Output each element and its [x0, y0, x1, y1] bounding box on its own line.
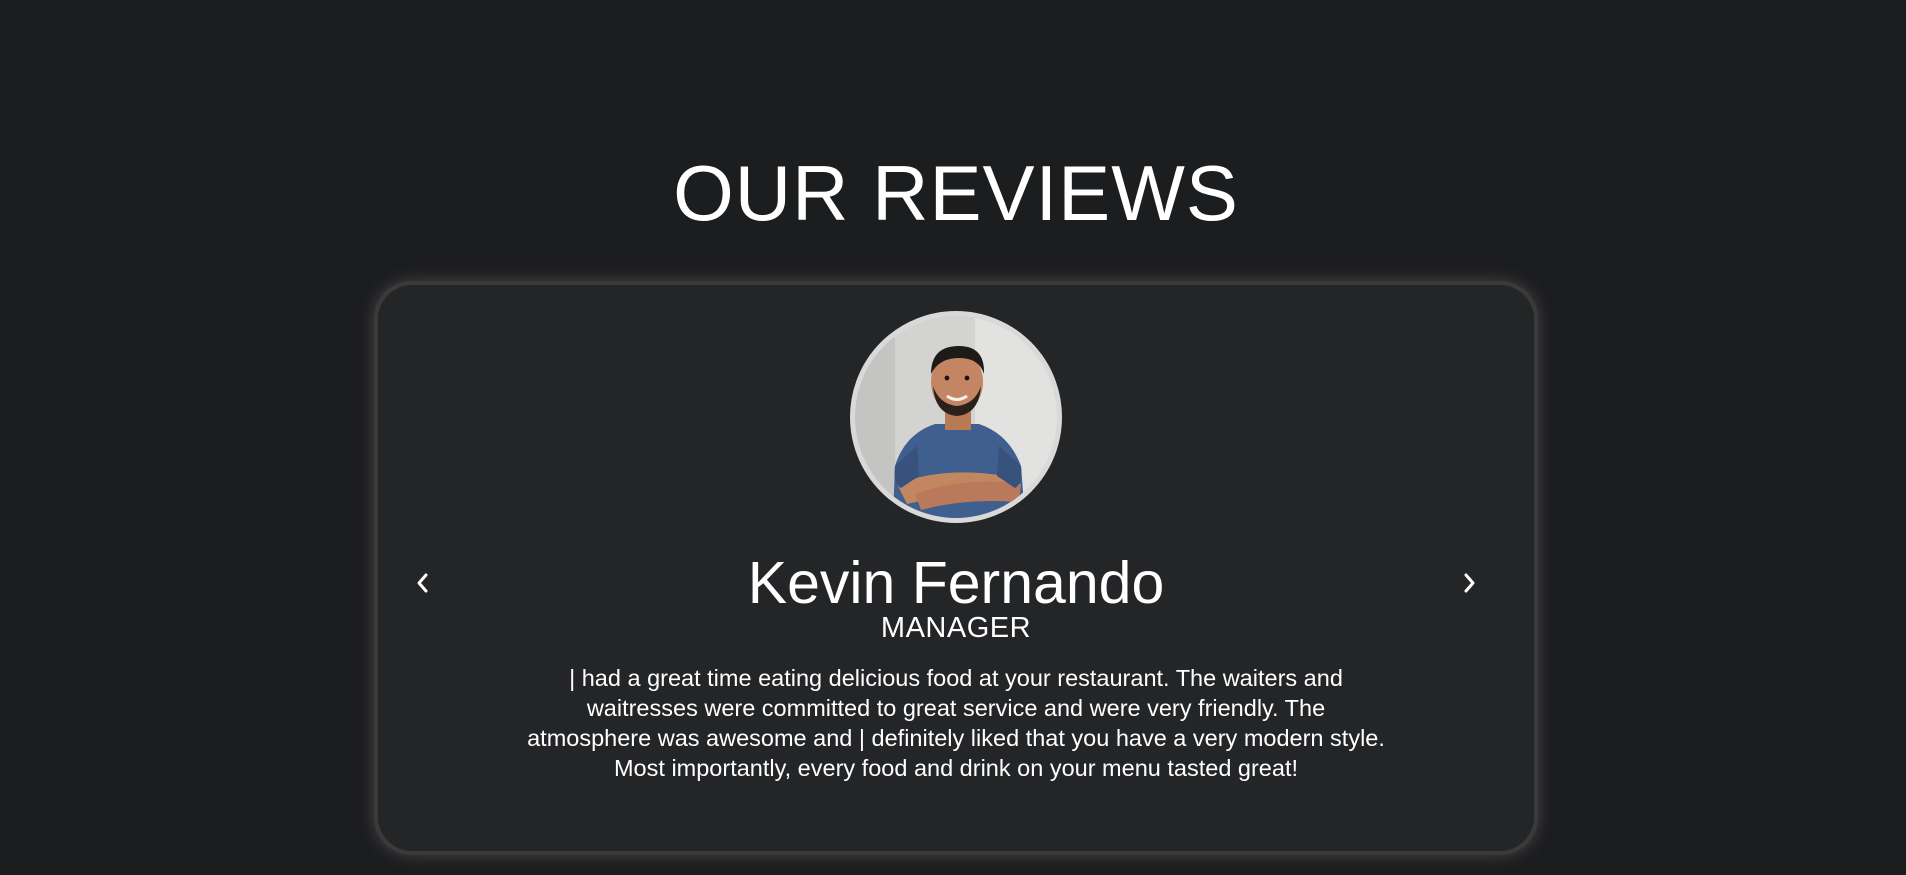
- page: OUR REVIEWS Kevin Fernando MANAGER | had…: [0, 0, 1906, 875]
- reviewer-photo: [855, 316, 1057, 518]
- reviewer-role: MANAGER: [880, 612, 1032, 644]
- review-text: | had a great time eating delicious food…: [527, 665, 1385, 781]
- review-card: Kevin Fernando MANAGER | had a great tim…: [378, 285, 1534, 851]
- reviewer-name: Kevin Fernando: [747, 550, 1165, 616]
- reviewer-avatar: [850, 311, 1062, 523]
- section-title: OUR REVIEWS: [673, 149, 1239, 237]
